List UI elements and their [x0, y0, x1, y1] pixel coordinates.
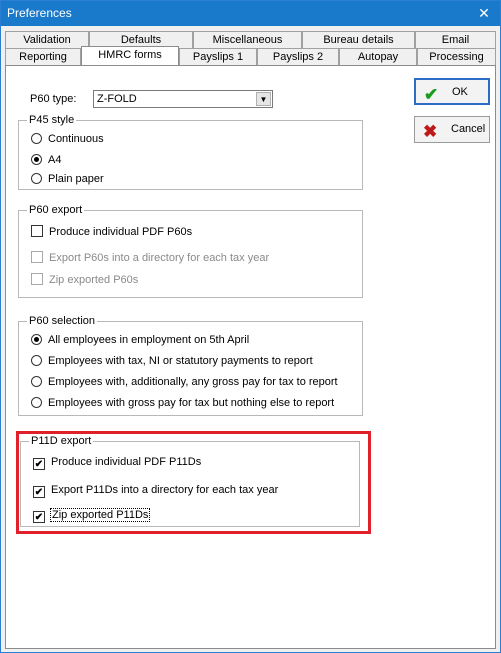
p60-type-value: Z-FOLD: [97, 93, 137, 105]
checkbox-label: Zip exported P60s: [49, 274, 139, 286]
x-icon: ✖: [423, 122, 438, 141]
tab-reporting[interactable]: Reporting: [5, 48, 81, 65]
window-title: Preferences: [7, 6, 72, 20]
checkbox-label: Produce individual PDF P60s: [49, 226, 193, 238]
tab-processing[interactable]: Processing: [417, 48, 496, 65]
p45-option-label: A4: [48, 154, 62, 166]
preferences-window: Preferences ✕ Validation Defaults Miscel…: [0, 0, 501, 653]
chevron-down-icon[interactable]: ▼: [256, 92, 271, 106]
p60-export-group: P60 export Produce individual PDF P60s E…: [18, 204, 363, 298]
cancel-button[interactable]: ✖ Cancel: [414, 116, 490, 143]
radio-label: Employees with gross pay for tax but not…: [48, 397, 335, 409]
radio-label: Employees with tax, NI or statutory paym…: [48, 355, 313, 367]
checkmark-icon: ✔: [424, 85, 439, 104]
radio-icon[interactable]: [31, 133, 42, 144]
radio-icon[interactable]: [31, 397, 42, 408]
p45-style-group: P45 style Continuous A4 Plain paper: [18, 114, 363, 190]
p60-export-directory-checkbox: Export P60s into a directory for each ta…: [31, 250, 269, 266]
p60-export-legend: P60 export: [27, 204, 85, 216]
radio-selected-icon[interactable]: [31, 334, 42, 345]
radio-icon[interactable]: [31, 355, 42, 366]
radio-label: Employees with, additionally, any gross …: [48, 376, 338, 388]
tab-row-front: Reporting HMRC forms Payslips 1 Payslips…: [5, 46, 496, 65]
p60-zip-exported-checkbox: Zip exported P60s: [31, 272, 138, 288]
radio-icon[interactable]: [31, 376, 42, 387]
radio-selected-icon[interactable]: [31, 154, 42, 165]
tab-validation[interactable]: Validation: [5, 31, 89, 48]
close-icon[interactable]: ✕: [468, 1, 500, 26]
p45-style-legend: P45 style: [27, 114, 77, 126]
checkbox-icon[interactable]: [31, 225, 43, 237]
tab-autopay[interactable]: Autopay: [339, 48, 417, 65]
p60-selection-option[interactable]: Employees with gross pay for tax but not…: [31, 395, 334, 411]
ok-label: OK: [452, 86, 468, 98]
tab-payslips-2[interactable]: Payslips 2: [257, 48, 339, 65]
p60-produce-pdf-checkbox[interactable]: Produce individual PDF P60s: [31, 224, 192, 240]
cancel-label: Cancel: [451, 123, 486, 135]
p45-option-a4[interactable]: A4: [31, 152, 61, 168]
ok-button[interactable]: ✔ OK: [414, 78, 490, 105]
tab-row-back: Validation Defaults Miscellaneous Bureau…: [5, 31, 496, 48]
radio-label: All employees in employment on 5th April: [48, 334, 250, 346]
tab-email[interactable]: Email: [415, 31, 496, 48]
p60-selection-option[interactable]: Employees with tax, NI or statutory paym…: [31, 353, 313, 369]
checkbox-label: Export P60s into a directory for each ta…: [49, 252, 270, 264]
p45-option-label: Continuous: [48, 133, 104, 145]
tab-payslips-1[interactable]: Payslips 1: [179, 48, 257, 65]
title-bar[interactable]: Preferences ✕: [1, 1, 500, 26]
p60-type-label: P60 type:: [30, 93, 77, 105]
p45-option-plain-paper[interactable]: Plain paper: [31, 171, 104, 187]
checkbox-icon: [31, 273, 43, 285]
hmrc-forms-panel: P60 type: Z-FOLD ▼ P45 style Continuous …: [5, 65, 496, 649]
tab-hmrc-forms[interactable]: HMRC forms: [81, 46, 179, 65]
radio-icon[interactable]: [31, 173, 42, 184]
checkbox-icon: [31, 251, 43, 263]
p60-type-select[interactable]: Z-FOLD ▼: [93, 90, 273, 108]
p60-selection-option[interactable]: All employees in employment on 5th April: [31, 332, 249, 348]
tab-bureau-details[interactable]: Bureau details: [302, 31, 415, 48]
p60-selection-group: P60 selection All employees in employmen…: [18, 315, 363, 416]
p60-selection-legend: P60 selection: [27, 315, 98, 327]
p45-option-label: Plain paper: [48, 173, 104, 185]
highlight-box: [16, 431, 371, 534]
tab-miscellaneous[interactable]: Miscellaneous: [193, 31, 302, 48]
p60-selection-option[interactable]: Employees with, additionally, any gross …: [31, 374, 338, 390]
p45-option-continuous[interactable]: Continuous: [31, 131, 104, 147]
